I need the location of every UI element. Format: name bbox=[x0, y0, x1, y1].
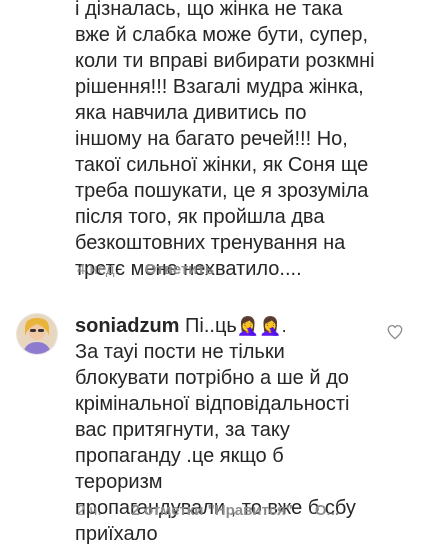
comment-line: яка навчила дивитись по bbox=[75, 102, 307, 124]
comment-time: 4 нед. bbox=[77, 261, 119, 278]
comment-line: коли ти вправі вибирати розкмні bbox=[75, 50, 375, 72]
username[interactable]: soniadzum bbox=[75, 315, 179, 337]
likes-count-button[interactable]: 2 отметки "Нравится" bbox=[132, 502, 293, 519]
reply-button[interactable]: О... bbox=[315, 502, 339, 519]
comment-line: пропаганду .це якщо б тероризм bbox=[75, 445, 284, 493]
comment-line: вже й слабка може бути, супер, bbox=[75, 24, 369, 46]
comment-first-line: soniadzum Пі..ць🤦‍♀️🤦‍♀️. bbox=[75, 313, 375, 339]
comment-first-text: Пі..ць bbox=[185, 315, 237, 337]
comment-line: іншому на багато речей!!! Но, bbox=[75, 128, 348, 150]
comment-line: треба пошукати, це я зрозуміла bbox=[75, 180, 369, 202]
comment-1-text: і дізналась, що жінка не така вже й слаб… bbox=[75, 0, 405, 282]
comment-line: і дізналась, що жінка не така bbox=[75, 0, 343, 20]
avatar[interactable] bbox=[16, 313, 58, 355]
comment-time: 2 ч. bbox=[77, 502, 102, 519]
comment-line: рішення!!! Взагалі мудра жінка, bbox=[75, 76, 364, 98]
avatar-image bbox=[17, 314, 57, 354]
reply-button[interactable]: Ответить bbox=[145, 261, 214, 278]
comment-line: крімінальної відповідальності bbox=[75, 393, 350, 415]
facepalm-emoji: 🤦‍♀️🤦‍♀️. bbox=[236, 316, 287, 336]
heart-icon[interactable] bbox=[386, 323, 404, 341]
comment-line: після того, як пройшла два bbox=[75, 206, 325, 228]
comment-line: приїхало bbox=[75, 523, 158, 545]
comment-line: вас притягнути, за таку bbox=[75, 419, 290, 441]
comment-line: безкоштовних тренування на bbox=[75, 232, 346, 254]
comment-2-meta: 2 ч. 2 отметки "Нравится" О... bbox=[77, 502, 339, 519]
comment-line: блокувати потрібно а ше й до bbox=[75, 367, 349, 389]
comment-line: такої сильної жінки, як Соня ще bbox=[75, 154, 369, 176]
comment-1-meta: 4 нед. Ответить bbox=[77, 261, 214, 278]
comment-line: За тауі пости не тільки bbox=[75, 341, 285, 363]
